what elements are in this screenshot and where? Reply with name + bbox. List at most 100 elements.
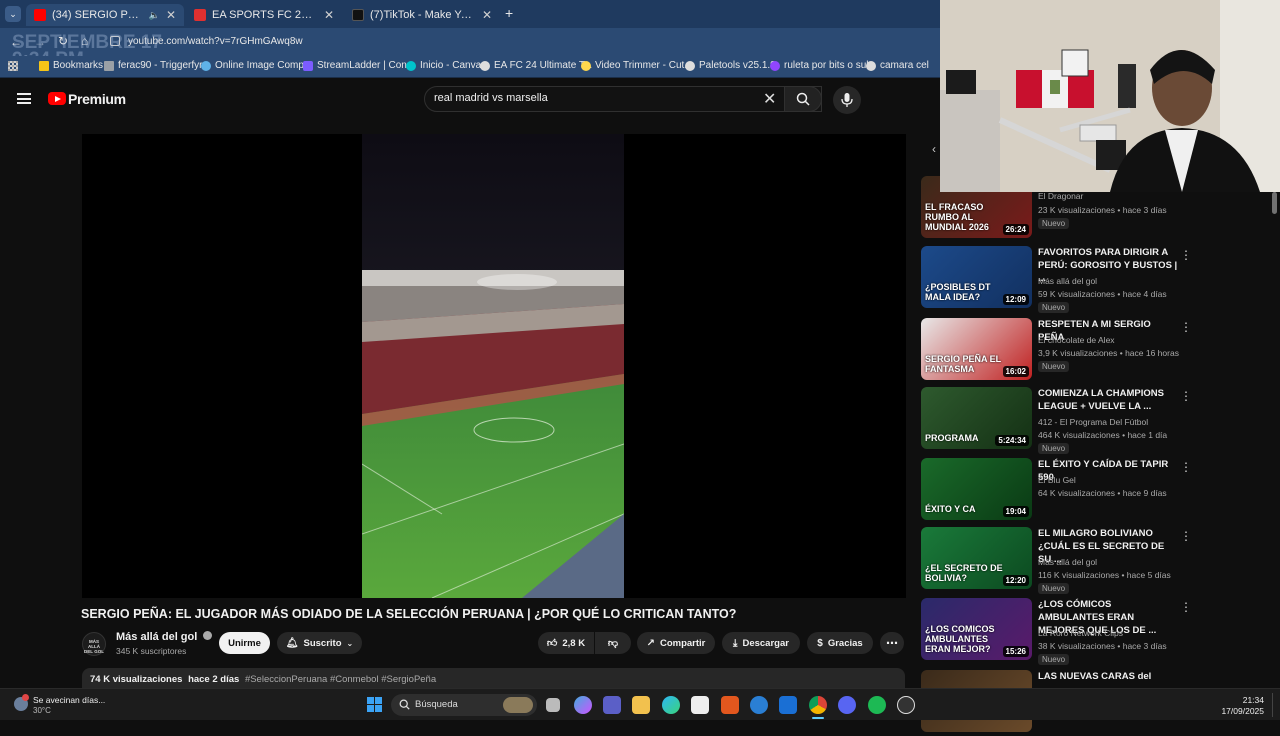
tab-youtube[interactable]: (34) SERGIO PEÑA: EL JUGA 🔈 ✕ <box>26 4 184 26</box>
more-actions-button[interactable]: ⋯ <box>880 632 904 654</box>
recommendation-item[interactable]: ÉXITO Y CA 19:04 EL ÉXITO Y CAÍDA DE TAPIR… <box>920 458 1280 524</box>
tab-list-button[interactable]: ⌄ <box>5 6 21 22</box>
recommendation-channel[interactable]: 412 - El Programa Del Fútbol <box>1038 417 1148 427</box>
video-thumbnail[interactable]: ¿EL SECRETO DE BOLIVIA? 12:20 <box>921 527 1032 589</box>
more-options-icon[interactable]: ⋮ <box>1180 600 1192 614</box>
tab-ea-sports[interactable]: EA SPORTS FC 26 Squad Builde ✕ <box>186 4 342 26</box>
clock-date[interactable]: 17/09/2025 <box>1214 706 1264 716</box>
youtube-premium-logo[interactable]: Premium <box>68 91 126 107</box>
bookmark-item[interactable]: Video Trimmer - Cut... <box>581 60 693 71</box>
recommendation-item[interactable]: PROGRAMA 5:24:34 COMIENZA LA CHAMPIONS LEA… <box>920 387 1280 454</box>
bookmark-label: Inicio - Canva <box>420 60 482 71</box>
edge-icon[interactable] <box>662 696 680 714</box>
search-button[interactable] <box>784 86 822 112</box>
office-icon[interactable] <box>721 696 739 714</box>
hashtags[interactable]: #SeleccionPeruana #Conmebol #SergioPeña <box>245 674 436 685</box>
new-tab-button[interactable]: + <box>505 5 513 21</box>
share-button[interactable]: ↗ Compartir <box>637 632 715 654</box>
recommendation-title[interactable]: COMIENZA LA CHAMPIONS LEAGUE + VUELVE LA… <box>1038 387 1178 413</box>
thanks-button[interactable]: $ Gracias <box>807 632 873 654</box>
bookmark-item[interactable]: ferac90 - Triggerfyre <box>104 60 208 71</box>
weather-title[interactable]: Se avecinan días... <box>33 695 105 705</box>
more-options-icon[interactable]: ⋮ <box>1180 320 1192 334</box>
subscribed-button[interactable]: 🔔︎ Suscrito ⌄ <box>277 632 362 654</box>
recommendation-channel[interactable]: La Roro Network Clips <box>1038 628 1123 638</box>
sidebar-prev-arrow[interactable]: ‹ <box>932 142 936 156</box>
description-box[interactable]: 74 K visualizaciones hace 2 días #Selecc… <box>82 668 905 690</box>
bookmark-item[interactable]: StreamLadder | Con... <box>303 60 415 71</box>
search-query: real madrid vs marsella <box>434 92 548 104</box>
recommendation-item[interactable]: ¿LOS COMICOS AMBULANTES ERAN MEJOR? 15:26… <box>920 598 1280 665</box>
show-desktop[interactable] <box>1272 693 1276 717</box>
start-button[interactable] <box>367 697 383 713</box>
recommendation-item[interactable]: ¿EL SECRETO DE BOLIVIA? 12:20 EL MILAGRO B… <box>920 527 1280 594</box>
video-thumbnail[interactable]: ¿POSIBLES DT MALA IDEA? 12:09 <box>921 246 1032 308</box>
chrome-icon[interactable] <box>809 696 827 714</box>
thumbs-up-icon: 👍︎ <box>546 638 558 649</box>
video-title: SERGIO PEÑA: EL JUGADOR MÁS ODIADO DE LA… <box>81 607 737 621</box>
more-options-icon[interactable]: ⋮ <box>1180 460 1192 474</box>
video-thumbnail[interactable]: ÉXITO Y CA 19:04 <box>921 458 1032 520</box>
join-button[interactable]: Unirme <box>219 632 270 654</box>
more-options-icon[interactable]: ⋮ <box>1180 529 1192 543</box>
teams-icon[interactable] <box>603 696 621 714</box>
close-tab-icon[interactable]: ✕ <box>166 8 176 22</box>
download-button[interactable]: ⤓ Descargar <box>722 632 800 654</box>
channel-avatar[interactable]: MÁS ALLÁ DEL GOL <box>82 632 106 656</box>
like-button[interactable]: 👍︎ 2,8 K <box>538 632 594 654</box>
thumbs-down-icon: 👎︎ <box>607 638 619 649</box>
taskbar-search[interactable]: Búsqueda <box>391 694 537 716</box>
bookmark-item[interactable]: Inicio - Canva <box>406 60 481 71</box>
voice-search-button[interactable] <box>833 86 861 114</box>
recommendation-channel[interactable]: El Blu Gel <box>1038 475 1076 485</box>
bookmark-item[interactable]: EA FC 24 Ultimate T... <box>480 60 592 71</box>
copilot-icon[interactable] <box>574 696 592 714</box>
close-tab-icon[interactable]: ✕ <box>324 8 334 22</box>
obs-icon[interactable] <box>897 696 915 714</box>
video-thumbnail[interactable]: SERGIO PEÑA EL FANTASMA 16:02 <box>921 318 1032 380</box>
recommendation-title[interactable]: LAS NUEVAS CARAS del <box>1038 670 1178 683</box>
view-count: 74 K visualizaciones <box>90 674 183 685</box>
recommendation-channel[interactable]: Más allá del gol <box>1038 276 1097 286</box>
store-icon[interactable] <box>691 696 709 714</box>
task-view-icon[interactable] <box>546 698 560 712</box>
clear-search-icon[interactable]: ✕ <box>763 89 776 109</box>
recommendation-item[interactable]: ¿POSIBLES DT MALA IDEA? 12:09 FAVORITOS PA… <box>920 246 1280 313</box>
clock-time[interactable]: 21:34 <box>1222 695 1264 705</box>
close-tab-icon[interactable]: ✕ <box>482 8 492 22</box>
youtube-logo-icon[interactable] <box>48 92 66 105</box>
discord-icon[interactable] <box>838 696 856 714</box>
recommendation-meta: 23 K visualizaciones • hace 3 días <box>1038 205 1167 215</box>
video-thumbnail[interactable]: ¿LOS COMICOS AMBULANTES ERAN MEJOR? 15:26 <box>921 598 1032 660</box>
new-badge: Nuevo <box>1038 654 1070 665</box>
video-thumbnail[interactable]: PROGRAMA 5:24:34 <box>921 387 1032 449</box>
bookmark-item[interactable]: ruleta por bits o sub <box>770 60 872 71</box>
bookmark-item[interactable]: camara cel <box>866 60 929 71</box>
menu-icon[interactable] <box>17 93 31 104</box>
channel-name[interactable]: Más allá del gol <box>116 631 213 643</box>
video-frame-stadium[interactable] <box>362 134 624 598</box>
mail-icon[interactable] <box>750 696 768 714</box>
recommendation-meta: 59 K visualizaciones • hace 4 días <box>1038 289 1167 299</box>
outlook-icon[interactable] <box>779 696 797 714</box>
recommendation-item[interactable]: SERGIO PEÑA EL FANTASMA 16:02 RESPETEN A M… <box>920 318 1280 384</box>
canva-icon <box>406 60 416 71</box>
bookmark-item[interactable]: Paletools v25.1.9 <box>685 60 776 71</box>
apps-grid-icon[interactable] <box>8 61 18 71</box>
more-options-icon[interactable]: ⋮ <box>1180 389 1192 403</box>
globe-icon <box>685 60 695 71</box>
spotify-icon[interactable] <box>868 696 886 714</box>
recommendation-channel[interactable]: El chocolate de Alex <box>1038 335 1115 345</box>
thumbnail-caption: SERGIO PEÑA EL FANTASMA <box>925 354 1002 374</box>
bookmark-item[interactable]: Online Image Comp... <box>201 60 312 71</box>
dislike-button[interactable]: 👎︎ <box>595 632 631 654</box>
recommendation-channel[interactable]: El Dragonar <box>1038 191 1083 201</box>
tab-tiktok[interactable]: (7)TikTok - Make Your Day ✕ <box>344 4 500 26</box>
more-options-icon[interactable]: ⋮ <box>1180 248 1192 262</box>
speaker-icon[interactable]: 🔈 <box>149 10 160 21</box>
sidebar-scrollbar[interactable] <box>1272 192 1277 214</box>
recommendation-channel[interactable]: Más allá del gol <box>1038 557 1097 567</box>
file-explorer-icon[interactable] <box>632 696 650 714</box>
search-input[interactable]: real madrid vs marsella ✕ <box>424 86 822 112</box>
bookmark-item[interactable]: Bookmarks <box>39 60 103 71</box>
